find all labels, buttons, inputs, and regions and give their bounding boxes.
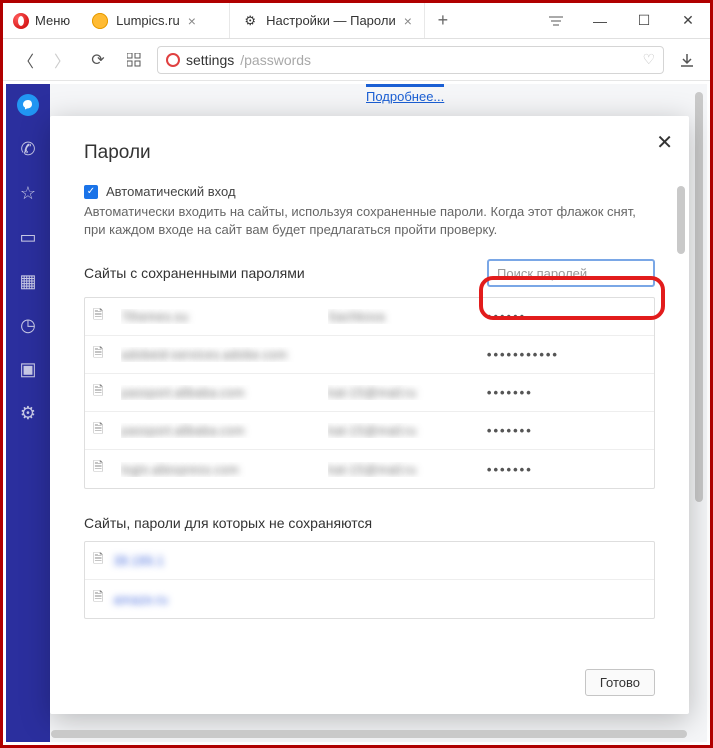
user-cell: kat-15@mail.ru [328, 423, 487, 438]
tab-label: Настройки — Пароли [266, 13, 396, 28]
address-input[interactable]: settings/passwords ♡ [157, 46, 664, 74]
user-cell: Sachkova [328, 309, 487, 324]
tab-lumpics[interactable]: Lumpics.ru × [80, 3, 230, 38]
site-cell: login.aliexpress.com [121, 462, 328, 477]
opera-logo-icon [13, 13, 29, 29]
dialog-title: Пароли [84, 142, 655, 164]
horizontal-scrollbar[interactable] [51, 730, 687, 738]
tabs: Lumpics.ru × ⚙ Настройки — Пароли × + [80, 3, 534, 38]
table-row[interactable]: 🗎 login.aliexpress.com kat-15@mail.ru ••… [85, 450, 654, 488]
auto-signin-description: Автоматически входить на сайты, использу… [84, 203, 655, 239]
table-row[interactable]: 🗎 adobeid-services.adobe.com ••••••••••• [85, 336, 654, 374]
downloads-button[interactable] [674, 47, 700, 73]
url-prefix: settings [186, 52, 234, 68]
extensions-icon[interactable]: ▣ [17, 358, 39, 380]
search-placeholder: Поиск паролей [497, 266, 587, 281]
bookmark-icon[interactable]: ☆ [17, 182, 39, 204]
auto-signin-label: Автоматический вход [106, 184, 236, 199]
easy-setup-icon[interactable] [534, 3, 578, 39]
site-icon: 🗎 [93, 458, 121, 480]
table-row[interactable]: 🗎 passport.alibaba.com kat-15@mail.ru ••… [85, 412, 654, 450]
table-row[interactable]: 🗎 amaze.ru [85, 580, 654, 618]
table-row[interactable]: 🗎 7themes.su Sachkova •••••• [85, 298, 654, 336]
tab-settings[interactable]: ⚙ Настройки — Пароли × [230, 3, 425, 38]
site-cell: 7themes.su [121, 309, 328, 324]
bookmark-icon[interactable]: ♡ [642, 51, 655, 68]
address-bar: 〈 〉 ⟳ settings/passwords ♡ [3, 39, 710, 81]
page-content: ✆ ☆ ▭ ▦ ◷ ▣ ⚙ Подробнее... ✕ Пароли ✓ Ав… [6, 84, 707, 742]
site-cell: passport.alibaba.com [121, 385, 328, 400]
personal-news-icon[interactable]: ▭ [17, 226, 39, 248]
new-tab-button[interactable]: + [425, 3, 461, 38]
site-cell: passport.alibaba.com [121, 423, 328, 438]
whatsapp-icon[interactable]: ✆ [17, 138, 39, 160]
window-controls: — ☐ ✕ [534, 3, 710, 39]
tab-label: Lumpics.ru [116, 13, 180, 28]
site-icon: 🗎 [93, 550, 103, 572]
site-icon: 🗎 [93, 344, 121, 366]
table-row[interactable]: 🗎 38.186.1 [85, 542, 654, 580]
done-button[interactable]: Готово [585, 669, 655, 696]
password-cell: ••••••• [487, 462, 646, 477]
menu-label: Меню [35, 13, 70, 28]
maximize-button[interactable]: ☐ [622, 3, 666, 39]
user-cell: kat-15@mail.ru [328, 385, 487, 400]
auto-signin-checkbox[interactable]: ✓ Автоматический вход [84, 184, 655, 199]
forward-button[interactable]: 〉 [49, 47, 75, 73]
dialog-close-button[interactable]: ✕ [656, 130, 673, 155]
close-icon[interactable]: × [404, 13, 412, 29]
search-passwords-input[interactable]: Поиск паролей [487, 259, 655, 287]
site-cell: 38.186.1 [113, 553, 164, 568]
site-icon: 🗎 [93, 306, 121, 328]
history-icon[interactable]: ◷ [17, 314, 39, 336]
password-cell: ••••••• [487, 385, 646, 400]
password-cell: ••••••••••• [487, 347, 646, 362]
never-section-title: Сайты, пароли для которых не сохраняются [84, 515, 655, 531]
back-button[interactable]: 〈 [13, 47, 39, 73]
site-icon: 🗎 [93, 382, 121, 404]
site-icon: 🗎 [93, 420, 121, 442]
settings-sublink[interactable]: Подробнее... [366, 84, 444, 104]
snapshot-icon[interactable]: ▦ [17, 270, 39, 292]
password-cell: ••••••• [487, 423, 646, 438]
saved-passwords-table: 🗎 7themes.su Sachkova •••••• 🗎 adobeid-s… [84, 297, 655, 489]
gear-icon[interactable]: ⚙ [17, 402, 39, 424]
gear-icon: ⚙ [242, 13, 258, 29]
password-cell: •••••• [487, 309, 646, 324]
sidebar: ✆ ☆ ▭ ▦ ◷ ▣ ⚙ [6, 84, 50, 742]
passwords-dialog: ✕ Пароли ✓ Автоматический вход Автоматич… [50, 116, 689, 714]
saved-section-title: Сайты с сохраненными паролями [84, 265, 305, 281]
close-button[interactable]: ✕ [666, 3, 710, 39]
url-path: /passwords [240, 52, 311, 68]
table-row[interactable]: 🗎 passport.alibaba.com kat-15@mail.ru ••… [85, 374, 654, 412]
saved-section-header: Сайты с сохраненными паролями Поиск паро… [84, 259, 655, 287]
menu-button[interactable]: Меню [3, 3, 80, 38]
sun-icon [92, 13, 108, 29]
site-cell: adobeid-services.adobe.com [121, 347, 328, 362]
site-icon: 🗎 [93, 588, 103, 610]
site-cell: amaze.ru [113, 592, 167, 607]
reload-button[interactable]: ⟳ [85, 47, 111, 73]
check-icon: ✓ [84, 185, 98, 199]
page-scrollbar[interactable] [695, 92, 703, 502]
close-icon[interactable]: × [188, 13, 196, 29]
titlebar: Меню Lumpics.ru × ⚙ Настройки — Пароли ×… [3, 3, 710, 39]
never-save-table: 🗎 38.186.1 🗎 amaze.ru [84, 541, 655, 619]
speed-dial-button[interactable] [121, 47, 147, 73]
messenger-icon[interactable] [17, 94, 39, 116]
opera-url-icon [166, 53, 180, 67]
minimize-button[interactable]: — [578, 3, 622, 39]
user-cell: kat-15@mail.ru [328, 462, 487, 477]
dialog-footer: Готово [84, 655, 655, 696]
dialog-scrollbar[interactable] [677, 186, 685, 254]
